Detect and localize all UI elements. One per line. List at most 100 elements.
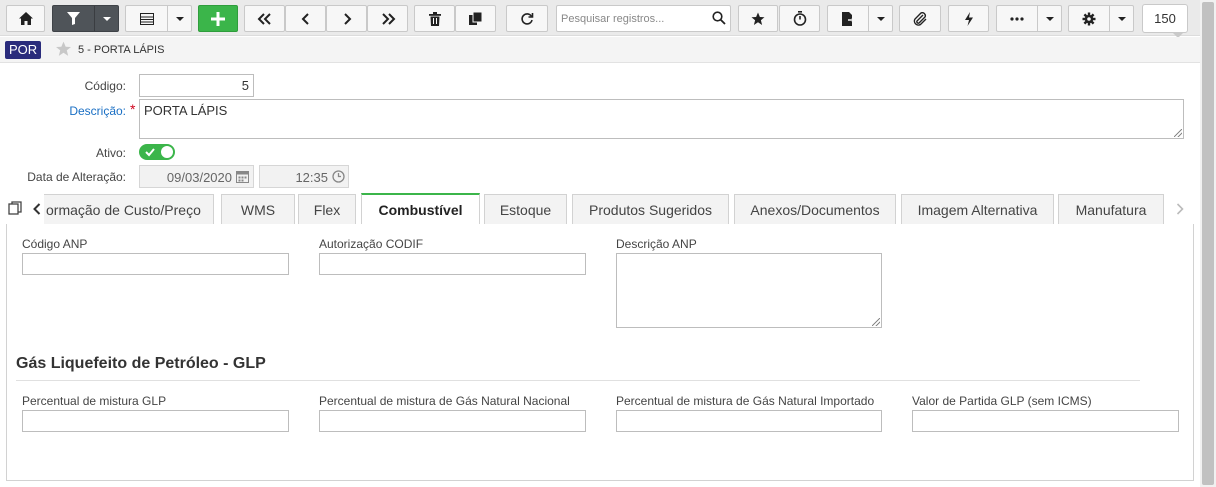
- caret-down-icon: [876, 16, 885, 21]
- autorizacao-codif-field[interactable]: [319, 253, 586, 275]
- tab-imagem-alternativa[interactable]: Imagem Alternativa: [901, 194, 1054, 224]
- tab-panel-combustivel: Código ANP Autorização CODIF Descrição A…: [6, 224, 1194, 481]
- next-record-button[interactable]: [326, 5, 367, 32]
- tab-formacao-custo-preco[interactable]: ormação de Custo/Preço: [44, 194, 214, 224]
- last-record-button[interactable]: [367, 5, 408, 32]
- settings-dropdown-toggle[interactable]: [1109, 6, 1133, 31]
- grid-view-icon: [139, 12, 154, 25]
- codigo-field[interactable]: 5: [139, 74, 254, 97]
- scrollbar-thumb[interactable]: [1202, 2, 1214, 485]
- star-icon: [751, 12, 765, 25]
- toggle-knob: [161, 146, 173, 158]
- duplicate-record-button[interactable]: [455, 5, 496, 32]
- caret-down-icon: [1117, 16, 1126, 21]
- previous-record-button[interactable]: [285, 5, 326, 32]
- tab-manufatura[interactable]: Manufatura: [1058, 194, 1164, 224]
- more-options-button[interactable]: [996, 5, 1062, 32]
- gear-icon: [1082, 12, 1096, 25]
- codigo-anp-field[interactable]: [22, 253, 289, 275]
- glp-section-title: Gás Liquefeito de Petróleo - GLP: [16, 355, 266, 372]
- resize-handle[interactable]: [872, 318, 880, 326]
- descricao-anp-field[interactable]: [616, 253, 882, 328]
- search-icon[interactable]: [712, 11, 726, 25]
- filter-icon: [67, 12, 81, 25]
- last-record-icon: [381, 12, 395, 25]
- tab-produtos-sugeridos[interactable]: Produtos Sugeridos: [572, 194, 729, 224]
- descricao-label: Descrição:: [69, 104, 126, 118]
- clock-icon[interactable]: [332, 170, 345, 183]
- codigo-anp-label: Código ANP: [22, 237, 88, 251]
- settings-button[interactable]: [1068, 5, 1134, 32]
- chevron-right-icon[interactable]: [1176, 203, 1184, 215]
- star-icon[interactable]: [55, 41, 72, 57]
- record-title: 5 - PORTA LÁPIS: [78, 44, 165, 56]
- record-header: POR 5 - PORTA LÁPIS: [0, 37, 1200, 63]
- plus-icon: [211, 11, 225, 26]
- home-button[interactable]: [6, 5, 45, 32]
- section-divider: [16, 380, 1140, 381]
- ativo-label: Ativo:: [95, 146, 126, 160]
- export-button[interactable]: [827, 5, 893, 32]
- resize-handle[interactable]: [1174, 129, 1182, 137]
- calendar-icon[interactable]: [236, 170, 249, 183]
- perc-gn-importado-field[interactable]: [616, 410, 882, 432]
- tab-combustivel[interactable]: Combustível: [361, 193, 480, 225]
- required-asterisk: *: [130, 101, 136, 117]
- first-record-button[interactable]: [244, 5, 285, 32]
- paperclip-icon: [913, 11, 926, 26]
- lightning-icon: [964, 11, 973, 26]
- data-alteracao-value: 09/03/2020: [166, 170, 232, 185]
- tabs-bar: ormação de Custo/Preço WMS Flex Combustí…: [0, 193, 1200, 225]
- previous-record-icon: [301, 12, 309, 25]
- export-dropdown-toggle[interactable]: [868, 6, 892, 31]
- check-icon: [145, 148, 155, 157]
- descricao-field[interactable]: PORTA LÁPIS: [139, 99, 1184, 139]
- trash-icon: [428, 11, 441, 26]
- search-input[interactable]: [557, 6, 707, 31]
- chevron-left-icon[interactable]: [33, 203, 41, 215]
- codigo-label: Código:: [84, 79, 126, 93]
- delete-record-button[interactable]: [414, 5, 455, 32]
- refresh-button[interactable]: [506, 5, 548, 32]
- tab-anexos-documentos[interactable]: Anexos/Documentos: [734, 194, 896, 224]
- perc-gn-nacional-field[interactable]: [319, 410, 586, 432]
- first-record-icon: [257, 12, 271, 25]
- filter-button[interactable]: [52, 5, 119, 32]
- document-export-icon: [841, 11, 855, 26]
- next-record-icon: [343, 12, 351, 25]
- tab-estoque[interactable]: Estoque: [484, 194, 567, 224]
- ativo-toggle[interactable]: [139, 144, 175, 160]
- autorizacao-codif-label: Autorização CODIF: [319, 237, 424, 251]
- entity-badge: POR: [5, 41, 42, 59]
- view-mode-button[interactable]: [125, 5, 192, 32]
- add-record-button[interactable]: [198, 5, 238, 32]
- perc-glp-field[interactable]: [22, 410, 289, 432]
- caret-down-icon: [175, 16, 184, 21]
- ellipsis-icon: [1010, 16, 1024, 21]
- hora-alteracao-value: 12:35: [295, 170, 328, 185]
- actions-button[interactable]: [948, 5, 989, 32]
- filter-dropdown-toggle[interactable]: [94, 6, 118, 31]
- timer-button[interactable]: [779, 5, 820, 32]
- perc-gn-nacional-label: Percentual de mistura de Gás Natural Nac…: [319, 394, 570, 408]
- valor-partida-glp-field[interactable]: [912, 410, 1179, 432]
- vertical-scrollbar[interactable]: [1200, 0, 1216, 487]
- copy-icon[interactable]: [8, 201, 23, 216]
- caret-down-icon: [1045, 16, 1054, 21]
- perc-gn-importado-label: Percentual de mistura de Gás Natural Imp…: [616, 394, 875, 408]
- more-options-dropdown-toggle[interactable]: [1037, 6, 1061, 31]
- valor-partida-glp-label: Valor de Partida GLP (sem ICMS): [912, 394, 1092, 408]
- view-mode-dropdown-toggle[interactable]: [167, 6, 191, 31]
- page-size-field[interactable]: 150: [1142, 4, 1188, 33]
- caret-down-icon: [102, 16, 111, 21]
- favorite-button[interactable]: [738, 5, 778, 32]
- attachments-button[interactable]: [899, 5, 941, 32]
- descricao-anp-label: Descrição ANP: [616, 237, 697, 251]
- tab-wms[interactable]: WMS: [221, 194, 295, 224]
- descricao-value: PORTA LÁPIS: [144, 103, 228, 118]
- stopwatch-icon: [793, 11, 806, 26]
- search-box: [556, 5, 731, 32]
- tab-flex[interactable]: Flex: [298, 194, 356, 224]
- home-icon: [18, 12, 33, 25]
- data-alteracao-label: Data de Alteração:: [27, 170, 126, 184]
